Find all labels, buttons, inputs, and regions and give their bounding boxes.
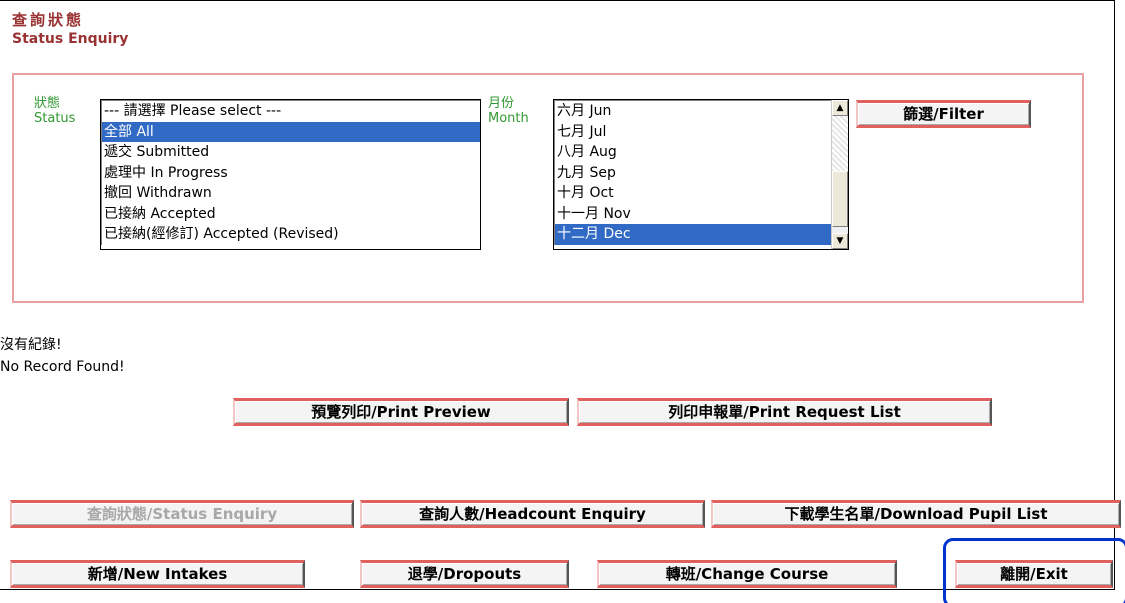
download-pupil-list-button[interactable]: 下載學生名單/Download Pupil List [711,500,1121,528]
status-options: --- 請選擇 Please select --- 全部 All 遞交 Subm… [101,100,480,245]
scrollbar-track[interactable] [832,116,848,171]
status-option-withdrawn[interactable]: 撤回 Withdrawn [102,183,480,204]
status-option-accepted[interactable]: 已接納 Accepted [102,204,480,225]
dropouts-button[interactable]: 退學/Dropouts [360,560,569,588]
status-enquiry-page: 查詢狀態 Status Enquiry 狀態 Status --- 請選擇 Pl… [0,0,1125,603]
month-scrollbar[interactable]: ▲ ▼ [831,100,848,249]
status-option-select[interactable]: --- 請選擇 Please select --- [102,101,480,122]
scroll-up-arrow-icon[interactable]: ▲ [832,100,848,116]
new-intakes-button[interactable]: 新增/New Intakes [10,560,305,588]
status-option-all[interactable]: 全部 All [102,121,480,142]
change-course-button[interactable]: 轉班/Change Course [597,560,897,588]
print-request-list-button[interactable]: 列印申報單/Print Request List [577,398,992,426]
exit-button[interactable]: 離開/Exit [955,560,1113,588]
month-option-jul[interactable]: 七月 Jul [555,122,831,143]
no-record-en: No Record Found! [0,359,125,375]
month-label-zh: 月份 [488,96,515,111]
filter-button[interactable]: 篩選/Filter [856,100,1031,128]
month-option-dec[interactable]: 十二月 Dec [555,224,831,245]
page-title-en: Status Enquiry [12,31,129,47]
month-option-sep[interactable]: 九月 Sep [555,163,831,184]
status-label-en: Status [34,111,76,126]
headcount-enquiry-button[interactable]: 查詢人數/Headcount Enquiry [360,500,705,528]
page-title-zh: 查詢狀態 [12,11,85,29]
status-option-submitted[interactable]: 遞交 Submitted [102,142,480,163]
month-option-oct[interactable]: 十月 Oct [555,183,831,204]
month-options: 六月 Jun 七月 Jul 八月 Aug 九月 Sep 十月 Oct 十一月 N… [554,100,831,245]
print-preview-button[interactable]: 預覽列印/Print Preview [233,398,569,426]
month-option-nov[interactable]: 十一月 Nov [555,204,831,225]
month-option-aug[interactable]: 八月 Aug [555,142,831,163]
month-label-en: Month [488,111,529,126]
status-label: 狀態 Status [34,96,75,126]
month-option-jun[interactable]: 六月 Jun [555,101,831,122]
scroll-down-arrow-icon[interactable]: ▼ [832,233,848,249]
month-label: 月份 Month [488,96,529,126]
status-label-zh: 狀態 [34,96,61,111]
filter-panel: 狀態 Status --- 請選擇 Please select --- 全部 A… [12,73,1084,303]
no-record-zh: 沒有紀錄! [0,337,62,353]
status-listbox[interactable]: --- 請選擇 Please select --- 全部 All 遞交 Subm… [100,99,481,250]
month-listbox[interactable]: 六月 Jun 七月 Jul 八月 Aug 九月 Sep 十月 Oct 十一月 N… [553,99,849,250]
status-option-accepted-revised[interactable]: 已接納(經修訂) Accepted (Revised) [102,224,480,245]
status-enquiry-button: 查詢狀態/Status Enquiry [10,500,354,528]
status-option-in-progress[interactable]: 處理中 In Progress [102,163,480,184]
scrollbar-thumb[interactable] [832,171,848,227]
